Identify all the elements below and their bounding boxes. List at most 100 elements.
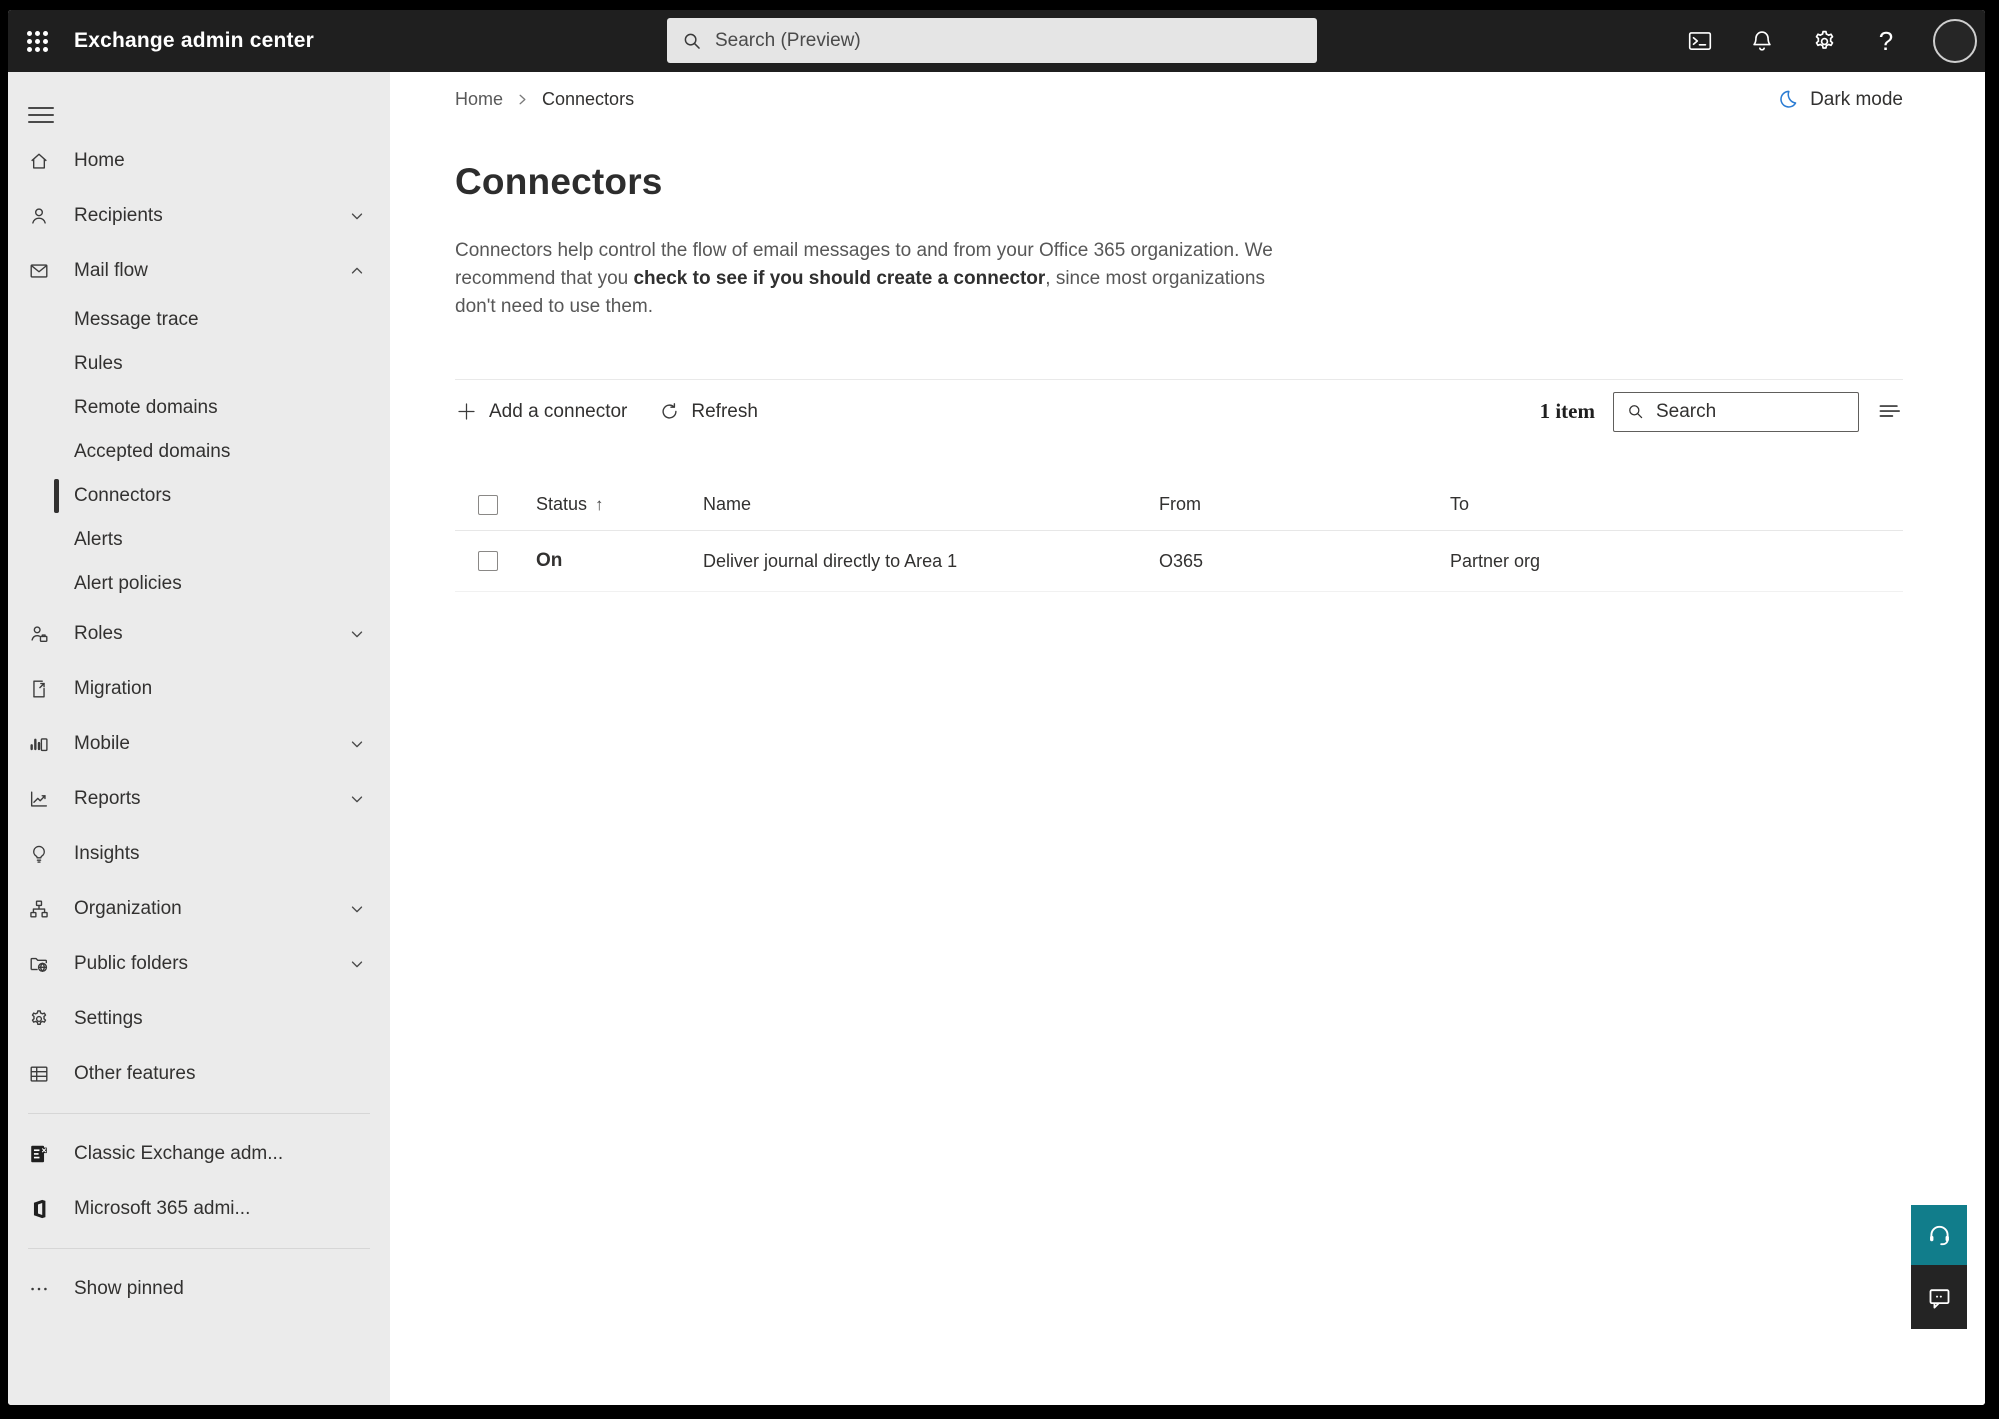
- table-row: On Deliver journal directly to Area 1 O3…: [455, 531, 1903, 592]
- sidebar-item-label: Organization: [74, 897, 182, 919]
- sidebar-item-label: Recipients: [74, 204, 163, 226]
- chevron-down-icon: [348, 735, 366, 753]
- sidebar-item-label: Mail flow: [74, 259, 148, 281]
- sidebar-item-reports[interactable]: Reports: [8, 771, 390, 826]
- sidebar-item-microsoft-365-admin[interactable]: Microsoft 365 admi...: [8, 1181, 390, 1236]
- sidebar-item-label: Mobile: [74, 732, 130, 754]
- global-search-input[interactable]: [715, 29, 1303, 52]
- feedback-bubble-icon: [1926, 1284, 1953, 1311]
- main-content: Home Connectors Dark mode Connectors Con…: [390, 72, 1985, 1405]
- org-chart-icon: [28, 898, 50, 920]
- sidebar-item-label: Reports: [74, 787, 141, 809]
- sidebar-item-home[interactable]: Home: [8, 133, 390, 188]
- sidebar-item-settings[interactable]: Settings: [8, 991, 390, 1046]
- notifications-bell-icon[interactable]: [1747, 26, 1777, 56]
- sidebar-item-message-trace[interactable]: Message trace: [8, 298, 390, 342]
- ellipsis-icon: [28, 1278, 50, 1300]
- sidebar-item-mail-flow[interactable]: Mail flow: [8, 243, 390, 298]
- sidebar-item-label: Public folders: [74, 952, 189, 974]
- row-checkbox[interactable]: [478, 551, 498, 571]
- roles-icon: [28, 623, 50, 645]
- sidebar-item-show-pinned[interactable]: Show pinned: [8, 1261, 390, 1316]
- top-app-bar: Exchange admin center Search (Preview) ?: [8, 10, 1985, 72]
- table-icon: [28, 1063, 50, 1085]
- column-header-status[interactable]: Status ↑: [536, 494, 703, 515]
- dark-mode-toggle[interactable]: Dark mode: [1776, 88, 1903, 111]
- app-launcher-button[interactable]: [8, 10, 66, 72]
- account-avatar[interactable]: [1933, 19, 1977, 63]
- sidebar-item-recipients[interactable]: Recipients: [8, 188, 390, 243]
- column-header-to[interactable]: To: [1450, 494, 1903, 515]
- row-name-link[interactable]: Deliver journal directly to Area 1: [703, 551, 1159, 572]
- list-search-input[interactable]: [1656, 400, 1846, 423]
- sidebar-item-accepted-domains[interactable]: Accepted domains: [8, 430, 390, 474]
- line-chart-icon: [28, 788, 50, 810]
- page-title: Connectors: [455, 161, 663, 202]
- sidebar-item-organization[interactable]: Organization: [8, 881, 390, 936]
- sidebar-item-public-folders[interactable]: Public folders: [8, 936, 390, 991]
- envelope-icon: [28, 260, 50, 282]
- microsoft-365-icon: [28, 1198, 50, 1220]
- sidebar-item-rules[interactable]: Rules: [8, 342, 390, 386]
- sidebar-item-label: Message trace: [74, 309, 199, 330]
- sidebar-item-label: Connectors: [74, 485, 172, 506]
- column-header-from[interactable]: From: [1159, 494, 1450, 515]
- list-toolbar: Add a connector Refresh 1 item: [455, 379, 1903, 443]
- classic-exchange-icon: [28, 1143, 50, 1165]
- row-from: O365: [1159, 550, 1204, 571]
- help-support-button[interactable]: [1911, 1205, 1967, 1265]
- app-title: Exchange admin center: [74, 29, 314, 52]
- help-icon[interactable]: ?: [1871, 26, 1901, 56]
- feedback-button[interactable]: [1911, 1265, 1967, 1329]
- sidebar-item-migration[interactable]: Migration: [8, 661, 390, 716]
- mobile-icon: [28, 733, 50, 755]
- settings-gear-icon[interactable]: [1809, 26, 1839, 56]
- sidebar-item-connectors[interactable]: Connectors: [8, 474, 390, 518]
- sidebar-item-classic-exchange-admin[interactable]: Classic Exchange adm...: [8, 1126, 390, 1181]
- exchange-admin-center-window: Exchange admin center Search (Preview) ?…: [8, 10, 1985, 1405]
- row-to: Partner org: [1450, 550, 1541, 571]
- chevron-down-icon: [348, 955, 366, 973]
- search-icon: [1626, 402, 1645, 421]
- lightbulb-icon: [28, 843, 50, 865]
- sidebar-item-label: Classic Exchange adm...: [74, 1142, 284, 1164]
- sidebar-item-label: Insights: [74, 842, 140, 864]
- cloud-shell-icon[interactable]: [1685, 26, 1715, 56]
- row-status: On: [536, 550, 563, 571]
- folder-globe-icon: [28, 953, 50, 975]
- page-description: Connectors help control the flow of emai…: [455, 237, 1297, 321]
- waffle-icon: [26, 30, 48, 52]
- select-all-checkbox[interactable]: [478, 494, 498, 515]
- home-icon: [28, 150, 50, 172]
- sidebar-item-remote-domains[interactable]: Remote domains: [8, 386, 390, 430]
- sidebar-item-mobile[interactable]: Mobile: [8, 716, 390, 771]
- refresh-label: Refresh: [691, 400, 758, 422]
- sidebar-item-alerts[interactable]: Alerts: [8, 518, 390, 562]
- column-header-name[interactable]: Name: [703, 494, 1159, 515]
- chevron-up-icon: [348, 262, 366, 280]
- sidebar-item-label: Alerts: [74, 529, 123, 550]
- breadcrumb: Home Connectors: [455, 89, 634, 110]
- filter-icon[interactable]: [1875, 398, 1903, 426]
- add-connector-button[interactable]: Add a connector: [455, 400, 627, 423]
- chevron-down-icon: [348, 625, 366, 643]
- sidebar-item-roles[interactable]: Roles: [8, 606, 390, 661]
- breadcrumb-home-link[interactable]: Home: [455, 89, 503, 110]
- person-icon: [28, 205, 50, 227]
- add-connector-label: Add a connector: [489, 400, 628, 422]
- sidebar-item-label: Migration: [74, 677, 153, 699]
- refresh-button[interactable]: Refresh: [659, 401, 758, 423]
- create-connector-check-link[interactable]: check to see if you should create a conn…: [633, 268, 1045, 289]
- collapse-nav-button[interactable]: [28, 107, 54, 123]
- chevron-down-icon: [348, 207, 366, 225]
- global-search-box[interactable]: [667, 18, 1317, 63]
- migration-icon: [28, 678, 50, 700]
- list-search-box[interactable]: [1613, 391, 1859, 432]
- dark-mode-label: Dark mode: [1810, 88, 1903, 110]
- search-icon: [681, 30, 703, 52]
- sidebar-item-other-features[interactable]: Other features: [8, 1046, 390, 1101]
- sidebar-item-alert-policies[interactable]: Alert policies: [8, 562, 390, 606]
- plus-icon: [455, 400, 478, 423]
- moon-icon: [1776, 88, 1799, 111]
- sidebar-item-insights[interactable]: Insights: [8, 826, 390, 881]
